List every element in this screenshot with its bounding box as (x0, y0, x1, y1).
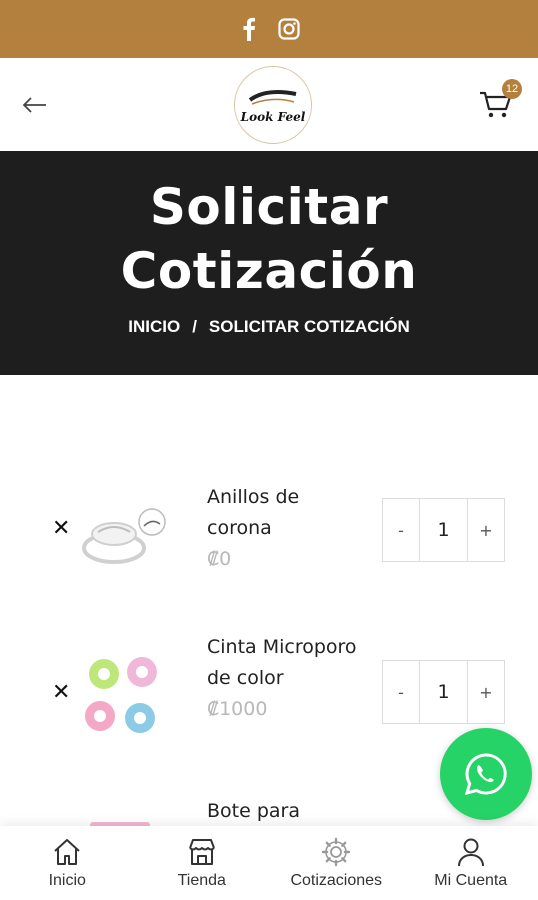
gear-icon (322, 837, 351, 867)
nav-label: Mi Cuenta (434, 872, 508, 889)
instagram-icon[interactable] (277, 17, 301, 41)
breadcrumb-current: SOLICITAR COTIZACIÓN (208, 317, 410, 336)
increase-qty-button[interactable]: + (468, 661, 504, 723)
bottom-navigation: Inicio Tienda Cotizaciones Mi Cuenta (0, 826, 538, 900)
quantity-input[interactable]: 1 (419, 499, 468, 561)
nav-item-tienda[interactable]: Tienda (135, 826, 270, 900)
product-price: ₡0 (207, 548, 232, 570)
increase-qty-button[interactable]: + (468, 499, 504, 561)
product-price: ₡1000 (207, 698, 268, 720)
eyebrow-logo-icon (248, 90, 297, 105)
page-title: Solicitar Cotización (0, 175, 538, 303)
nav-label: Inicio (48, 872, 86, 889)
product-image (85, 657, 157, 733)
logo-text: Look Feel (240, 110, 306, 124)
page-title-line1: Solicitar (149, 178, 389, 236)
nav-item-inicio[interactable]: Inicio (0, 826, 135, 900)
nav-item-mi-cuenta[interactable]: Mi Cuenta (404, 826, 538, 900)
nav-label: Tienda (177, 872, 226, 889)
nav-item-cotizaciones[interactable]: Cotizaciones (269, 826, 404, 900)
logo[interactable]: Look Feel (234, 66, 312, 144)
breadcrumb: INICIO / SOLICITAR COTIZACIÓN (0, 317, 538, 337)
back-arrow-icon[interactable] (20, 90, 50, 120)
cart-button[interactable]: 12 (478, 78, 522, 125)
site-header: Look Feel 12 (0, 58, 538, 151)
remove-item-button[interactable]: ✕ (52, 680, 70, 705)
product-name-text: Anillos de corona (207, 486, 300, 539)
decrease-qty-button[interactable]: - (383, 499, 419, 561)
social-bar (0, 0, 538, 58)
store-icon (188, 839, 215, 865)
whatsapp-button[interactable] (440, 728, 532, 820)
facebook-icon[interactable] (237, 17, 261, 41)
cart-count-badge: 12 (502, 78, 522, 99)
quantity-stepper: - 1 + (382, 660, 505, 724)
page-hero: Solicitar Cotización INICIO / SOLICITAR … (0, 151, 538, 375)
product-name[interactable]: Anillos de corona ₡0 (207, 482, 357, 575)
product-name-text: Cinta Microporo de color (207, 636, 357, 689)
breadcrumb-home-link[interactable]: INICIO (128, 317, 180, 337)
user-icon (457, 838, 484, 867)
product-name[interactable]: Bote para (207, 796, 357, 827)
breadcrumb-separator: / (192, 317, 197, 336)
decrease-qty-button[interactable]: - (383, 661, 419, 723)
product-name-text: Bote para (207, 800, 300, 822)
product-image (82, 508, 166, 564)
nav-label: Cotizaciones (290, 872, 383, 889)
whatsapp-icon (464, 753, 507, 796)
product-name[interactable]: Cinta Microporo de color ₡1000 (207, 632, 357, 725)
quantity-input[interactable]: 1 (419, 661, 468, 723)
home-icon (54, 839, 80, 865)
remove-item-button[interactable]: ✕ (52, 516, 70, 541)
quantity-stepper: - 1 + (382, 498, 505, 562)
page-title-line2: Cotización (120, 242, 418, 300)
